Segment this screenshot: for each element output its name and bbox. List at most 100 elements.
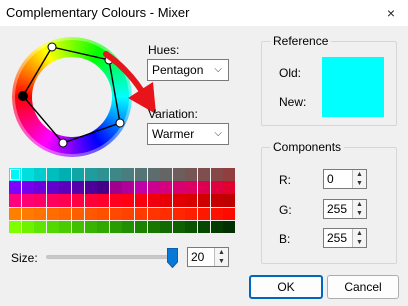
variation-select[interactable]: Warmer ⌵ bbox=[147, 123, 229, 145]
size-slider-track[interactable] bbox=[46, 255, 174, 259]
palette-swatch[interactable] bbox=[46, 207, 59, 221]
palette-swatch[interactable] bbox=[21, 181, 34, 194]
palette-swatch[interactable] bbox=[46, 168, 59, 181]
palette-swatch[interactable] bbox=[59, 181, 72, 194]
palette-swatch[interactable] bbox=[21, 207, 34, 221]
palette-swatch[interactable] bbox=[122, 181, 135, 194]
palette-swatch[interactable] bbox=[9, 194, 21, 207]
palette-swatch[interactable] bbox=[84, 207, 97, 221]
palette-swatch[interactable] bbox=[21, 168, 34, 181]
palette-swatch[interactable] bbox=[71, 168, 84, 181]
palette-swatch[interactable] bbox=[84, 181, 97, 194]
palette-swatch[interactable] bbox=[197, 220, 210, 234]
palette-swatch[interactable] bbox=[59, 168, 72, 181]
size-slider-thumb[interactable] bbox=[167, 248, 178, 268]
palette-swatch[interactable] bbox=[197, 194, 210, 207]
palette-swatch[interactable] bbox=[134, 168, 147, 181]
palette-swatch[interactable] bbox=[147, 207, 160, 221]
spin-arrows-icon[interactable]: ▲ ▼ bbox=[352, 229, 366, 247]
palette-swatch[interactable] bbox=[109, 207, 122, 221]
palette-swatch[interactable] bbox=[109, 181, 122, 194]
palette-swatch[interactable] bbox=[210, 207, 223, 221]
palette-swatch[interactable] bbox=[210, 168, 223, 181]
palette-swatch[interactable] bbox=[9, 168, 21, 181]
palette-swatch[interactable] bbox=[71, 220, 84, 234]
palette-swatch[interactable] bbox=[71, 181, 84, 194]
palette-swatch[interactable] bbox=[46, 194, 59, 207]
close-icon[interactable]: × bbox=[382, 4, 400, 22]
palette-swatch[interactable] bbox=[84, 220, 97, 234]
palette-swatch[interactable] bbox=[197, 181, 210, 194]
palette-swatch[interactable] bbox=[109, 168, 122, 181]
b-spinbox[interactable]: 255 ▲ ▼ bbox=[323, 228, 367, 248]
cancel-button[interactable]: Cancel bbox=[327, 275, 399, 299]
palette-swatch[interactable] bbox=[122, 168, 135, 181]
palette-swatch[interactable] bbox=[185, 168, 198, 181]
spin-arrows-icon[interactable]: ▲ ▼ bbox=[352, 170, 366, 188]
palette-swatch[interactable] bbox=[160, 220, 173, 234]
palette-swatch[interactable] bbox=[197, 207, 210, 221]
palette-swatch[interactable] bbox=[46, 181, 59, 194]
palette-swatch[interactable] bbox=[34, 207, 47, 221]
palette-swatch[interactable] bbox=[59, 207, 72, 221]
palette-swatch[interactable] bbox=[122, 220, 135, 234]
palette-swatch[interactable] bbox=[34, 194, 47, 207]
palette-swatch[interactable] bbox=[109, 194, 122, 207]
palette-swatch[interactable] bbox=[223, 207, 236, 221]
palette-swatch[interactable] bbox=[21, 194, 34, 207]
palette-swatch[interactable] bbox=[160, 194, 173, 207]
palette-swatch[interactable] bbox=[97, 181, 110, 194]
spin-arrows-icon[interactable]: ▲ ▼ bbox=[214, 248, 228, 266]
g-spinbox[interactable]: 255 ▲ ▼ bbox=[323, 199, 367, 219]
palette-swatch[interactable] bbox=[9, 181, 21, 194]
palette-swatch[interactable] bbox=[134, 181, 147, 194]
palette-swatch[interactable] bbox=[210, 194, 223, 207]
r-spinbox[interactable]: 0 ▲ ▼ bbox=[323, 169, 367, 189]
palette-swatch[interactable] bbox=[185, 207, 198, 221]
palette-swatch[interactable] bbox=[122, 194, 135, 207]
palette-swatch[interactable] bbox=[172, 220, 185, 234]
palette-swatch[interactable] bbox=[223, 181, 236, 194]
palette-swatch[interactable] bbox=[172, 168, 185, 181]
palette-swatch[interactable] bbox=[9, 220, 21, 234]
palette-swatch[interactable] bbox=[160, 181, 173, 194]
palette-swatch[interactable] bbox=[97, 207, 110, 221]
palette-swatch[interactable] bbox=[9, 207, 21, 221]
palette-swatch[interactable] bbox=[223, 194, 236, 207]
hues-select[interactable]: Pentagon ⌵ bbox=[147, 59, 229, 81]
palette-swatch[interactable] bbox=[185, 220, 198, 234]
palette-swatch[interactable] bbox=[59, 220, 72, 234]
palette-swatch[interactable] bbox=[59, 194, 72, 207]
palette-swatch[interactable] bbox=[185, 181, 198, 194]
palette-swatch[interactable] bbox=[147, 181, 160, 194]
palette-swatch[interactable] bbox=[223, 168, 236, 181]
palette-swatch[interactable] bbox=[34, 181, 47, 194]
palette-swatch[interactable] bbox=[71, 194, 84, 207]
palette-swatch[interactable] bbox=[97, 194, 110, 207]
palette-swatch[interactable] bbox=[210, 220, 223, 234]
spin-arrows-icon[interactable]: ▲ ▼ bbox=[352, 200, 366, 218]
palette-swatch[interactable] bbox=[84, 168, 97, 181]
palette-swatch[interactable] bbox=[160, 207, 173, 221]
palette-swatch[interactable] bbox=[84, 194, 97, 207]
size-spinbox[interactable]: 20 ▲ ▼ bbox=[187, 247, 229, 267]
palette-swatch[interactable] bbox=[172, 194, 185, 207]
palette-swatch[interactable] bbox=[210, 181, 223, 194]
palette-swatch[interactable] bbox=[197, 168, 210, 181]
palette-swatch[interactable] bbox=[109, 220, 122, 234]
palette-swatch[interactable] bbox=[185, 194, 198, 207]
palette-swatch[interactable] bbox=[122, 207, 135, 221]
palette-swatch[interactable] bbox=[147, 194, 160, 207]
palette-swatch[interactable] bbox=[134, 207, 147, 221]
palette-swatch[interactable] bbox=[147, 168, 160, 181]
palette-swatch[interactable] bbox=[71, 207, 84, 221]
palette-swatch[interactable] bbox=[172, 181, 185, 194]
palette-swatch[interactable] bbox=[34, 220, 47, 234]
palette-swatch[interactable] bbox=[46, 220, 59, 234]
palette-swatch[interactable] bbox=[134, 220, 147, 234]
palette-swatch[interactable] bbox=[134, 194, 147, 207]
palette-swatch[interactable] bbox=[34, 168, 47, 181]
palette-swatch[interactable] bbox=[160, 168, 173, 181]
palette-swatch[interactable] bbox=[97, 168, 110, 181]
palette-swatch[interactable] bbox=[172, 207, 185, 221]
